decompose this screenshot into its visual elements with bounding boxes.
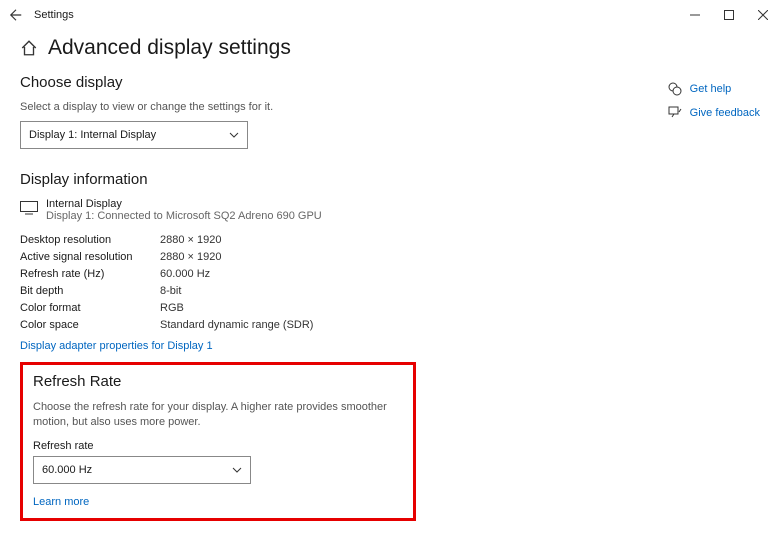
refresh-rate-heading: Refresh Rate — [33, 373, 403, 390]
window-title: Settings — [34, 9, 74, 21]
display-info-table: Desktop resolution2880 × 1920 Active sig… — [20, 232, 580, 334]
display-select[interactable]: Display 1: Internal Display — [20, 121, 248, 149]
chevron-down-icon — [232, 465, 242, 475]
back-button[interactable] — [4, 3, 28, 27]
table-row: Bit depth8-bit — [20, 283, 580, 300]
choose-display-heading: Choose display — [20, 74, 580, 91]
page-title: Advanced display settings — [48, 36, 291, 60]
main-content: Advanced display settings Choose display… — [20, 30, 580, 521]
minimize-icon — [690, 10, 700, 20]
minimize-button[interactable] — [678, 3, 712, 27]
refresh-rate-select[interactable]: 60.000 Hz — [33, 456, 251, 484]
chevron-down-icon — [229, 130, 239, 140]
maximize-button[interactable] — [712, 3, 746, 27]
table-row: Desktop resolution2880 × 1920 — [20, 232, 580, 249]
help-icon — [668, 82, 682, 96]
get-help-link[interactable]: Get help — [668, 82, 760, 96]
give-feedback-link[interactable]: Give feedback — [668, 106, 760, 120]
close-icon — [758, 10, 768, 20]
arrow-left-icon — [9, 8, 23, 22]
refresh-rate-desc: Choose the refresh rate for your display… — [33, 400, 403, 430]
table-row: Color formatRGB — [20, 300, 580, 317]
close-button[interactable] — [746, 3, 780, 27]
feedback-icon — [668, 106, 682, 120]
learn-more-link[interactable]: Learn more — [33, 496, 403, 508]
refresh-rate-label: Refresh rate — [33, 440, 403, 452]
choose-display-subtext: Select a display to view or change the s… — [20, 101, 580, 113]
side-panel: Get help Give feedback — [668, 30, 760, 521]
table-row: Refresh rate (Hz)60.000 Hz — [20, 266, 580, 283]
refresh-rate-value: 60.000 Hz — [42, 464, 92, 476]
home-icon[interactable] — [20, 39, 38, 57]
display-select-value: Display 1: Internal Display — [29, 129, 156, 141]
settings-window: Settings Advanced display settings Choos… — [0, 0, 780, 548]
title-bar: Settings — [0, 0, 780, 30]
display-connection: Display 1: Connected to Microsoft SQ2 Ad… — [46, 210, 322, 222]
display-name: Internal Display — [46, 198, 322, 210]
table-row: Color spaceStandard dynamic range (SDR) — [20, 317, 580, 334]
adapter-properties-link[interactable]: Display adapter properties for Display 1 — [20, 340, 580, 352]
table-row: Active signal resolution2880 × 1920 — [20, 249, 580, 266]
maximize-icon — [724, 10, 734, 20]
display-info-heading: Display information — [20, 171, 580, 188]
monitor-icon — [20, 200, 38, 216]
window-controls — [678, 3, 780, 27]
refresh-rate-section: Refresh Rate Choose the refresh rate for… — [20, 362, 416, 521]
